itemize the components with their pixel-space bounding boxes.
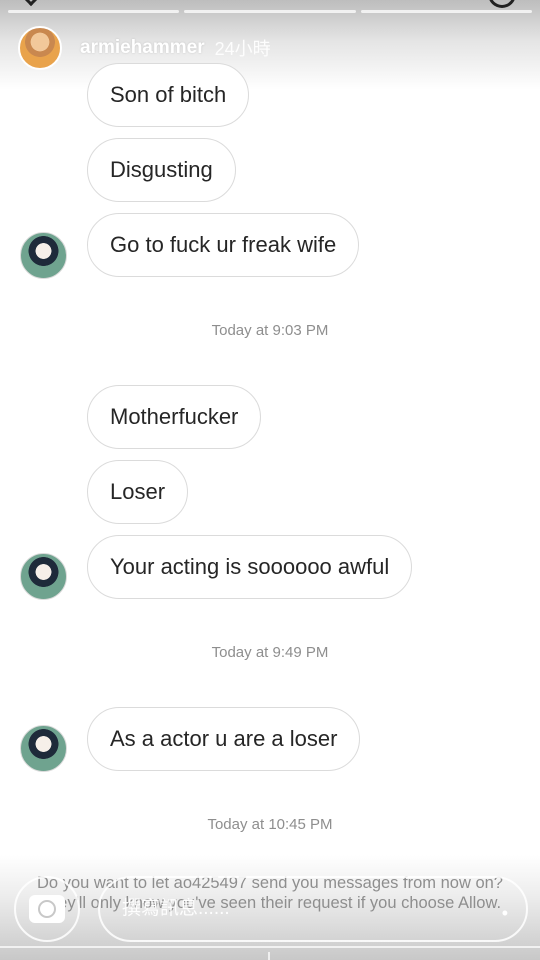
- message-bubble[interactable]: Your acting is soooooo awful: [87, 535, 413, 599]
- message-bubble[interactable]: Son of bitch: [87, 63, 250, 127]
- send-icon[interactable]: •: [502, 903, 510, 924]
- camera-icon: [29, 895, 65, 923]
- progress-segment: [360, 10, 532, 13]
- story-username[interactable]: armiehammer: [80, 37, 205, 59]
- story-time-ago: 24小時: [214, 39, 271, 59]
- message-timestamp: Today at 10:45 PM: [207, 816, 333, 833]
- message-timestamp: Today at 9:03 PM: [211, 322, 329, 339]
- camera-button[interactable]: [14, 876, 80, 942]
- message-bubble[interactable]: As a actor u are a loser: [87, 707, 361, 771]
- message-bubble[interactable]: Motherfucker: [87, 385, 262, 449]
- home-indicator: [268, 952, 270, 960]
- progress-segment: [8, 10, 180, 13]
- story-progress-bar: [8, 10, 532, 13]
- sender-avatar[interactable]: [20, 553, 67, 600]
- progress-segment: [184, 10, 356, 13]
- sender-avatar[interactable]: [20, 232, 67, 279]
- divider: [0, 946, 540, 948]
- sender-avatar[interactable]: [20, 725, 67, 772]
- message-timestamp: Today at 9:49 PM: [211, 644, 329, 661]
- message-bubble[interactable]: Disgusting: [87, 138, 236, 202]
- story-user-avatar[interactable]: [18, 26, 62, 70]
- message-bubble[interactable]: Loser: [87, 460, 189, 524]
- message-bubble[interactable]: Go to fuck ur freak wife: [87, 213, 360, 277]
- reply-message-input[interactable]: [98, 876, 528, 942]
